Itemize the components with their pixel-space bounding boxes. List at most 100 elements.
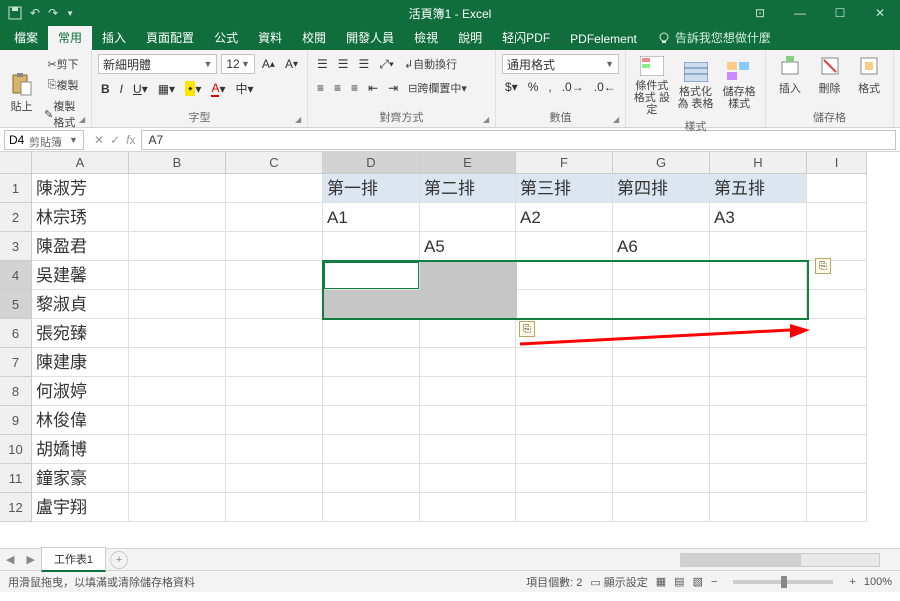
zoom-out-icon[interactable]: − — [711, 576, 717, 588]
cell[interactable] — [323, 464, 420, 493]
cell[interactable]: 第二排 — [420, 174, 516, 203]
cell[interactable] — [226, 464, 323, 493]
cell[interactable]: 第五排 — [710, 174, 807, 203]
tab-file[interactable]: 檔案 — [4, 25, 48, 50]
cell[interactable]: 林宗琇 — [32, 203, 129, 232]
cell[interactable] — [129, 203, 226, 232]
cell[interactable] — [226, 203, 323, 232]
cell[interactable] — [807, 464, 867, 493]
grid-body[interactable]: 1陳淑芳第一排第二排第三排第四排第五排2林宗琇A1A2A33陳盈君A5A64吳建… — [0, 174, 900, 522]
worksheet-grid[interactable]: A B C D E F G H I 1陳淑芳第一排第二排第三排第四排第五排2林宗… — [0, 152, 900, 548]
cell[interactable] — [129, 435, 226, 464]
cell[interactable] — [807, 377, 867, 406]
tab-developer[interactable]: 開發人員 — [336, 25, 404, 50]
cell[interactable]: 鐘家豪 — [32, 464, 129, 493]
cell[interactable] — [613, 435, 710, 464]
col-header[interactable]: G — [613, 152, 710, 174]
col-header[interactable]: H — [710, 152, 807, 174]
col-header[interactable]: B — [129, 152, 226, 174]
phonetic-button[interactable]: 中▾ — [233, 78, 257, 99]
cell[interactable] — [710, 464, 807, 493]
tab-lightpdf[interactable]: 轻闪PDF — [492, 25, 560, 50]
cell[interactable] — [613, 464, 710, 493]
redo-icon[interactable]: ↷ — [48, 6, 58, 20]
align-right-icon[interactable]: ≡ — [348, 79, 361, 97]
cell[interactable]: 盧宇翔 — [32, 493, 129, 522]
zoom-in-icon[interactable]: + — [849, 576, 855, 588]
cell[interactable] — [710, 290, 807, 319]
cell[interactable] — [710, 319, 807, 348]
tab-help[interactable]: 說明 — [448, 25, 492, 50]
percent-icon[interactable]: % — [525, 78, 542, 96]
align-bottom-icon[interactable]: ☰ — [356, 55, 373, 73]
view-layout-icon[interactable]: ▤ — [674, 575, 684, 588]
fill-color-button[interactable]: ⬩▾ — [182, 79, 204, 98]
cell[interactable] — [516, 377, 613, 406]
cell[interactable] — [420, 493, 516, 522]
align-top-icon[interactable]: ☰ — [314, 55, 331, 73]
cell[interactable]: 何淑婷 — [32, 377, 129, 406]
cell[interactable] — [129, 174, 226, 203]
cell[interactable] — [807, 493, 867, 522]
horizontal-scrollbar[interactable] — [680, 553, 880, 567]
cell[interactable] — [613, 319, 710, 348]
cell[interactable] — [420, 464, 516, 493]
cell[interactable]: 陳淑芳 — [32, 174, 129, 203]
tab-layout[interactable]: 頁面配置 — [136, 25, 204, 50]
tell-me[interactable]: 告訴我您想做什麼 — [647, 25, 781, 50]
cell[interactable] — [516, 464, 613, 493]
font-dialog-launcher-icon[interactable]: ◢ — [295, 115, 305, 125]
minimize-icon[interactable]: — — [780, 0, 820, 26]
tab-insert[interactable]: 插入 — [92, 25, 136, 50]
view-pagebreak-icon[interactable]: ▧ — [693, 575, 703, 588]
cell[interactable] — [516, 435, 613, 464]
insert-function-icon[interactable]: fx — [126, 133, 135, 147]
cell[interactable] — [420, 406, 516, 435]
new-sheet-icon[interactable]: + — [110, 551, 128, 569]
autofill-options-icon[interactable]: ⎘ — [519, 321, 535, 337]
cell[interactable] — [226, 174, 323, 203]
cell[interactable]: 第三排 — [516, 174, 613, 203]
zoom-thumb[interactable] — [781, 576, 787, 588]
wrap-text-button[interactable]: ↲ 自動換行 — [401, 54, 460, 74]
cell[interactable] — [129, 406, 226, 435]
cell[interactable] — [807, 290, 867, 319]
copy-button[interactable]: ⎘ 複製 — [41, 75, 85, 95]
align-center-icon[interactable]: ≡ — [331, 79, 344, 97]
align-middle-icon[interactable]: ☰ — [335, 55, 352, 73]
cell[interactable]: 陳盈君 — [32, 232, 129, 261]
cell[interactable]: 胡嬌博 — [32, 435, 129, 464]
tab-pdfelement[interactable]: PDFelement — [560, 28, 647, 50]
cell[interactable]: A2 — [516, 203, 613, 232]
cancel-formula-icon[interactable]: ✕ — [94, 133, 104, 147]
number-dialog-launcher-icon[interactable]: ◢ — [613, 115, 623, 125]
cell[interactable] — [710, 493, 807, 522]
save-icon[interactable] — [8, 6, 22, 20]
cell[interactable]: 陳建康 — [32, 348, 129, 377]
accounting-icon[interactable]: $▾ — [502, 78, 521, 96]
cell[interactable] — [226, 493, 323, 522]
cell[interactable]: 林俊偉 — [32, 406, 129, 435]
tab-view[interactable]: 檢視 — [404, 25, 448, 50]
cell[interactable] — [807, 174, 867, 203]
cell[interactable] — [807, 406, 867, 435]
grow-font-icon[interactable]: A▴ — [259, 55, 278, 73]
decrease-indent-icon[interactable]: ⇤ — [365, 79, 381, 97]
tab-home[interactable]: 常用 — [48, 25, 92, 50]
view-normal-icon[interactable]: ▦ — [656, 575, 666, 588]
enter-formula-icon[interactable]: ✓ — [110, 133, 120, 147]
cell[interactable] — [613, 377, 710, 406]
cut-button[interactable]: ✂ 剪下 — [41, 54, 85, 74]
row-header[interactable]: 1 — [0, 174, 32, 203]
cell[interactable] — [129, 348, 226, 377]
col-header[interactable]: F — [516, 152, 613, 174]
close-icon[interactable]: ✕ — [860, 0, 900, 26]
merge-button[interactable]: ⊟ 跨欄置中▾ — [405, 78, 470, 98]
undo-icon[interactable]: ↶ — [30, 6, 40, 20]
row-header[interactable]: 4 — [0, 261, 32, 290]
cell[interactable] — [129, 319, 226, 348]
cell[interactable]: 第一排 — [323, 174, 420, 203]
cell[interactable] — [129, 377, 226, 406]
font-name-combo[interactable]: 新細明體▼ — [98, 54, 217, 74]
cell[interactable] — [516, 493, 613, 522]
